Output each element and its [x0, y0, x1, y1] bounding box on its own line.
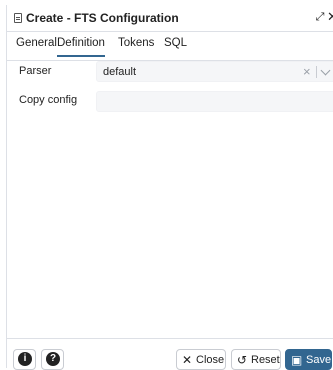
save-button[interactable]: ▣ Save	[285, 349, 332, 370]
select-separator	[316, 66, 317, 78]
close-icon: ✕	[182, 353, 193, 367]
save-button-label: Save	[306, 354, 332, 366]
parser-value: default	[103, 66, 137, 78]
reset-button-label: Reset	[251, 354, 280, 366]
dialog-footer: i ? ✕ Close ↺ Reset ▣ Save	[6, 338, 333, 370]
document-icon	[14, 13, 22, 23]
create-fts-configuration-dialog: Create - FTS Configuration ⤢ ✕ General D…	[6, 5, 333, 368]
tab-tokens[interactable]: Tokens	[118, 37, 154, 55]
parser-label: Parser	[19, 65, 52, 77]
tab-general[interactable]: General	[16, 37, 57, 55]
dialog-title: Create - FTS Configuration	[26, 11, 179, 25]
copy-config-select[interactable]	[96, 91, 333, 112]
dialog-titlebar: Create - FTS Configuration ⤢ ✕	[7, 5, 333, 32]
reset-icon: ↺	[237, 353, 248, 367]
tab-definition[interactable]: Definition	[57, 37, 105, 57]
tab-bar: General Definition Tokens SQL	[7, 32, 333, 61]
help-button[interactable]: ?	[41, 349, 64, 370]
close-icon[interactable]: ✕	[327, 10, 333, 24]
close-button-label: Close	[196, 354, 225, 366]
close-button[interactable]: ✕ Close	[176, 349, 226, 370]
info-button[interactable]: i	[13, 349, 36, 370]
clear-icon[interactable]: ×	[303, 64, 311, 80]
chevron-down-icon[interactable]	[320, 65, 331, 76]
reset-button[interactable]: ↺ Reset	[231, 349, 281, 370]
parser-select[interactable]: default ×	[96, 61, 333, 82]
help-icon: ?	[46, 352, 60, 366]
info-icon: i	[18, 352, 32, 366]
save-icon: ▣	[291, 353, 303, 367]
tab-sql[interactable]: SQL	[164, 37, 187, 55]
copy-config-label: Copy config	[19, 94, 78, 106]
expand-icon[interactable]: ⤢	[314, 11, 326, 23]
